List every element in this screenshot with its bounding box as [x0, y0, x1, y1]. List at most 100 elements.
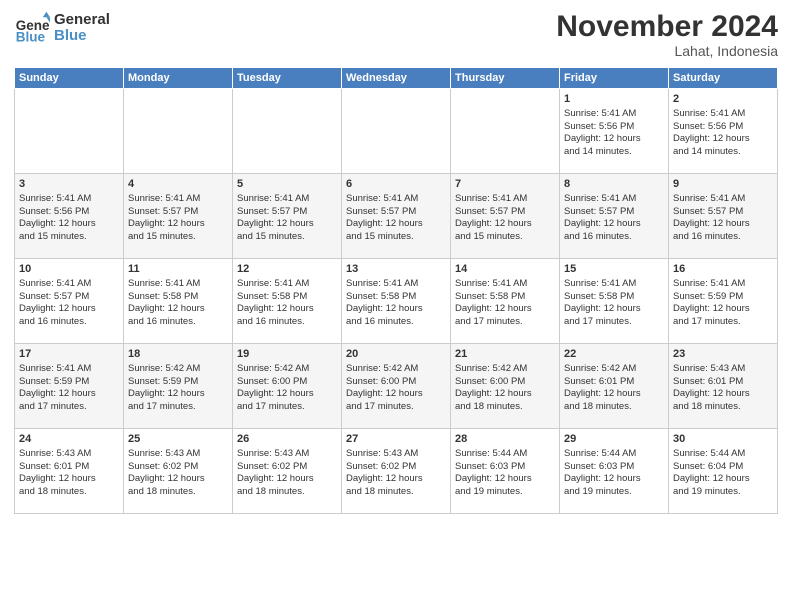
day-number: 24	[19, 432, 119, 447]
calendar-cell-3-4: 21Sunrise: 5:42 AMSunset: 6:00 PMDayligh…	[451, 344, 560, 429]
cell-info-line: Sunset: 6:01 PM	[673, 376, 773, 389]
cell-info-line: Sunset: 5:57 PM	[564, 206, 664, 219]
day-number: 13	[346, 262, 446, 277]
day-number: 27	[346, 432, 446, 447]
cell-info-line: and 19 minutes.	[564, 486, 664, 499]
cell-info-line: and 18 minutes.	[346, 486, 446, 499]
calendar-cell-2-3: 13Sunrise: 5:41 AMSunset: 5:58 PMDayligh…	[342, 259, 451, 344]
cell-info-line: and 18 minutes.	[673, 401, 773, 414]
day-number: 17	[19, 347, 119, 362]
cell-info-line: and 18 minutes.	[564, 401, 664, 414]
cell-info-line: and 16 minutes.	[237, 316, 337, 329]
cell-info-line: Sunrise: 5:41 AM	[673, 278, 773, 291]
cell-info-line: Daylight: 12 hours	[564, 218, 664, 231]
calendar-cell-0-1	[124, 89, 233, 174]
cell-info-line: Sunset: 6:01 PM	[564, 376, 664, 389]
day-number: 10	[19, 262, 119, 277]
header-saturday: Saturday	[669, 68, 778, 89]
calendar-cell-0-5: 1Sunrise: 5:41 AMSunset: 5:56 PMDaylight…	[560, 89, 669, 174]
cell-info-line: and 18 minutes.	[237, 486, 337, 499]
cell-info-line: Sunset: 6:02 PM	[346, 461, 446, 474]
cell-info-line: and 15 minutes.	[346, 231, 446, 244]
day-number: 5	[237, 177, 337, 192]
cell-info-line: Sunset: 6:00 PM	[237, 376, 337, 389]
calendar-cell-1-2: 5Sunrise: 5:41 AMSunset: 5:57 PMDaylight…	[233, 174, 342, 259]
day-number: 21	[455, 347, 555, 362]
header-thursday: Thursday	[451, 68, 560, 89]
cell-info-line: Sunrise: 5:43 AM	[237, 448, 337, 461]
cell-info-line: Daylight: 12 hours	[128, 388, 228, 401]
calendar-cell-0-0	[15, 89, 124, 174]
cell-info-line: Sunrise: 5:41 AM	[455, 278, 555, 291]
cell-info-line: Sunrise: 5:41 AM	[673, 193, 773, 206]
cell-info-line: Sunrise: 5:42 AM	[455, 363, 555, 376]
day-number: 15	[564, 262, 664, 277]
calendar-cell-0-3	[342, 89, 451, 174]
cell-info-line: Sunrise: 5:41 AM	[564, 193, 664, 206]
header: General Blue General Blue November 2024 …	[14, 10, 778, 59]
cell-info-line: Daylight: 12 hours	[237, 473, 337, 486]
logo-line2: Blue	[54, 28, 110, 45]
cell-info-line: Daylight: 12 hours	[455, 303, 555, 316]
calendar-cell-3-6: 23Sunrise: 5:43 AMSunset: 6:01 PMDayligh…	[669, 344, 778, 429]
calendar-cell-2-1: 11Sunrise: 5:41 AMSunset: 5:58 PMDayligh…	[124, 259, 233, 344]
cell-info-line: Sunrise: 5:43 AM	[128, 448, 228, 461]
day-number: 14	[455, 262, 555, 277]
cell-info-line: Sunset: 6:03 PM	[564, 461, 664, 474]
cell-info-line: Daylight: 12 hours	[346, 303, 446, 316]
title-block: November 2024 Lahat, Indonesia	[556, 10, 778, 59]
cell-info-line: Daylight: 12 hours	[346, 388, 446, 401]
calendar-cell-1-6: 9Sunrise: 5:41 AMSunset: 5:57 PMDaylight…	[669, 174, 778, 259]
cell-info-line: Daylight: 12 hours	[564, 303, 664, 316]
calendar-row-0: 1Sunrise: 5:41 AMSunset: 5:56 PMDaylight…	[15, 89, 778, 174]
cell-info-line: Daylight: 12 hours	[237, 218, 337, 231]
day-number: 22	[564, 347, 664, 362]
calendar-cell-1-1: 4Sunrise: 5:41 AMSunset: 5:57 PMDaylight…	[124, 174, 233, 259]
header-tuesday: Tuesday	[233, 68, 342, 89]
cell-info-line: and 18 minutes.	[128, 486, 228, 499]
cell-info-line: Daylight: 12 hours	[128, 303, 228, 316]
cell-info-line: and 16 minutes.	[673, 231, 773, 244]
cell-info-line: Daylight: 12 hours	[673, 218, 773, 231]
day-number: 30	[673, 432, 773, 447]
calendar-cell-3-0: 17Sunrise: 5:41 AMSunset: 5:59 PMDayligh…	[15, 344, 124, 429]
cell-info-line: Sunrise: 5:41 AM	[455, 193, 555, 206]
calendar-cell-0-4	[451, 89, 560, 174]
calendar-row-1: 3Sunrise: 5:41 AMSunset: 5:56 PMDaylight…	[15, 174, 778, 259]
calendar-cell-4-1: 25Sunrise: 5:43 AMSunset: 6:02 PMDayligh…	[124, 429, 233, 514]
day-number: 8	[564, 177, 664, 192]
cell-info-line: Sunrise: 5:41 AM	[19, 193, 119, 206]
cell-info-line: Sunset: 6:02 PM	[237, 461, 337, 474]
cell-info-line: Daylight: 12 hours	[564, 473, 664, 486]
cell-info-line: and 17 minutes.	[564, 316, 664, 329]
calendar-cell-3-1: 18Sunrise: 5:42 AMSunset: 5:59 PMDayligh…	[124, 344, 233, 429]
calendar-cell-1-0: 3Sunrise: 5:41 AMSunset: 5:56 PMDaylight…	[15, 174, 124, 259]
cell-info-line: Sunrise: 5:42 AM	[346, 363, 446, 376]
cell-info-line: Sunrise: 5:42 AM	[128, 363, 228, 376]
cell-info-line: Sunrise: 5:41 AM	[237, 278, 337, 291]
cell-info-line: and 17 minutes.	[237, 401, 337, 414]
day-number: 7	[455, 177, 555, 192]
calendar-cell-4-2: 26Sunrise: 5:43 AMSunset: 6:02 PMDayligh…	[233, 429, 342, 514]
day-number: 12	[237, 262, 337, 277]
cell-info-line: Sunset: 6:03 PM	[455, 461, 555, 474]
calendar-cell-1-5: 8Sunrise: 5:41 AMSunset: 5:57 PMDaylight…	[560, 174, 669, 259]
calendar-cell-0-6: 2Sunrise: 5:41 AMSunset: 5:56 PMDaylight…	[669, 89, 778, 174]
calendar-row-3: 17Sunrise: 5:41 AMSunset: 5:59 PM Dayligh…	[15, 344, 778, 429]
cell-info-line: and 17 minutes.	[455, 316, 555, 329]
cell-info-line: Sunrise: 5:43 AM	[673, 363, 773, 376]
cell-info-line: and 19 minutes.	[455, 486, 555, 499]
calendar-header-row: Sunday Monday Tuesday Wednesday Thursday…	[15, 68, 778, 89]
cell-info-line: Sunrise: 5:44 AM	[564, 448, 664, 461]
header-sunday: Sunday	[15, 68, 124, 89]
cell-info-line: and 15 minutes.	[128, 231, 228, 244]
cell-info-line: Sunrise: 5:41 AM	[19, 363, 119, 376]
day-number: 3	[19, 177, 119, 192]
logo: General Blue General Blue	[14, 10, 110, 46]
cell-info-line: Daylight: 12 hours	[346, 473, 446, 486]
calendar-cell-0-2	[233, 89, 342, 174]
cell-info-line: Sunset: 5:57 PM	[19, 291, 119, 304]
cell-info-line: Sunset: 5:59 PM	[19, 376, 119, 389]
cell-info-line: and 14 minutes.	[673, 146, 773, 159]
cell-info-line: Daylight: 12 hours	[673, 388, 773, 401]
